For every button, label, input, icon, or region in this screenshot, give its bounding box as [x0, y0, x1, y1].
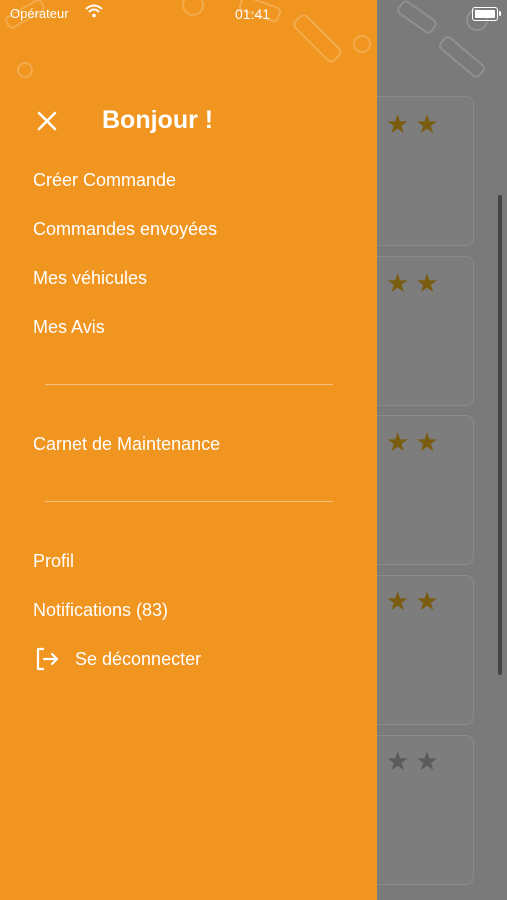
wifi-icon: [85, 4, 103, 18]
menu-item-my-reviews[interactable]: Mes Avis: [33, 317, 105, 338]
rating-stars: ★ ★: [386, 270, 439, 296]
close-button[interactable]: [33, 107, 61, 135]
star-icon: ★: [386, 427, 410, 457]
rating-stars: ★ ★: [386, 588, 439, 614]
rating-stars: ★ ★: [386, 429, 439, 455]
logout-icon: [36, 647, 59, 671]
status-bar: Opérateur 01:41: [0, 0, 507, 28]
status-time: 01:41: [235, 6, 271, 22]
star-icon: ★: [415, 268, 439, 298]
star-icon: ★: [386, 586, 410, 616]
menu-item-profile[interactable]: Profil: [33, 551, 74, 572]
scrollbar[interactable]: [498, 195, 502, 675]
menu-item-maintenance-log[interactable]: Carnet de Maintenance: [33, 434, 220, 455]
menu-item-my-vehicles[interactable]: Mes véhicules: [33, 268, 147, 289]
star-icon: ★: [415, 746, 439, 776]
star-icon: ★: [386, 746, 410, 776]
menu-item-create-order[interactable]: Créer Commande: [33, 170, 176, 191]
rating-stars: ★ ★: [386, 111, 439, 137]
navigation-drawer: Bonjour ! Créer Commande Commandes envoy…: [0, 0, 377, 900]
rating-stars: ★ ★: [386, 748, 439, 774]
star-icon: ★: [386, 268, 410, 298]
logout-label: Se déconnecter: [75, 648, 202, 669]
carrier-label: Opérateur: [10, 6, 69, 21]
battery-icon: [472, 7, 501, 21]
menu-item-notifications[interactable]: Notifications (83): [33, 600, 168, 621]
drawer-greeting: Bonjour !: [102, 106, 214, 134]
divider: [45, 501, 333, 502]
divider: [45, 384, 333, 385]
star-icon: ★: [415, 109, 439, 139]
star-icon: ★: [415, 586, 439, 616]
star-icon: ★: [386, 109, 410, 139]
star-icon: ★: [415, 427, 439, 457]
close-icon: [37, 111, 57, 131]
menu-item-sent-orders[interactable]: Commandes envoyées: [33, 219, 217, 240]
logout-button[interactable]: Se déconnecter: [33, 645, 201, 673]
